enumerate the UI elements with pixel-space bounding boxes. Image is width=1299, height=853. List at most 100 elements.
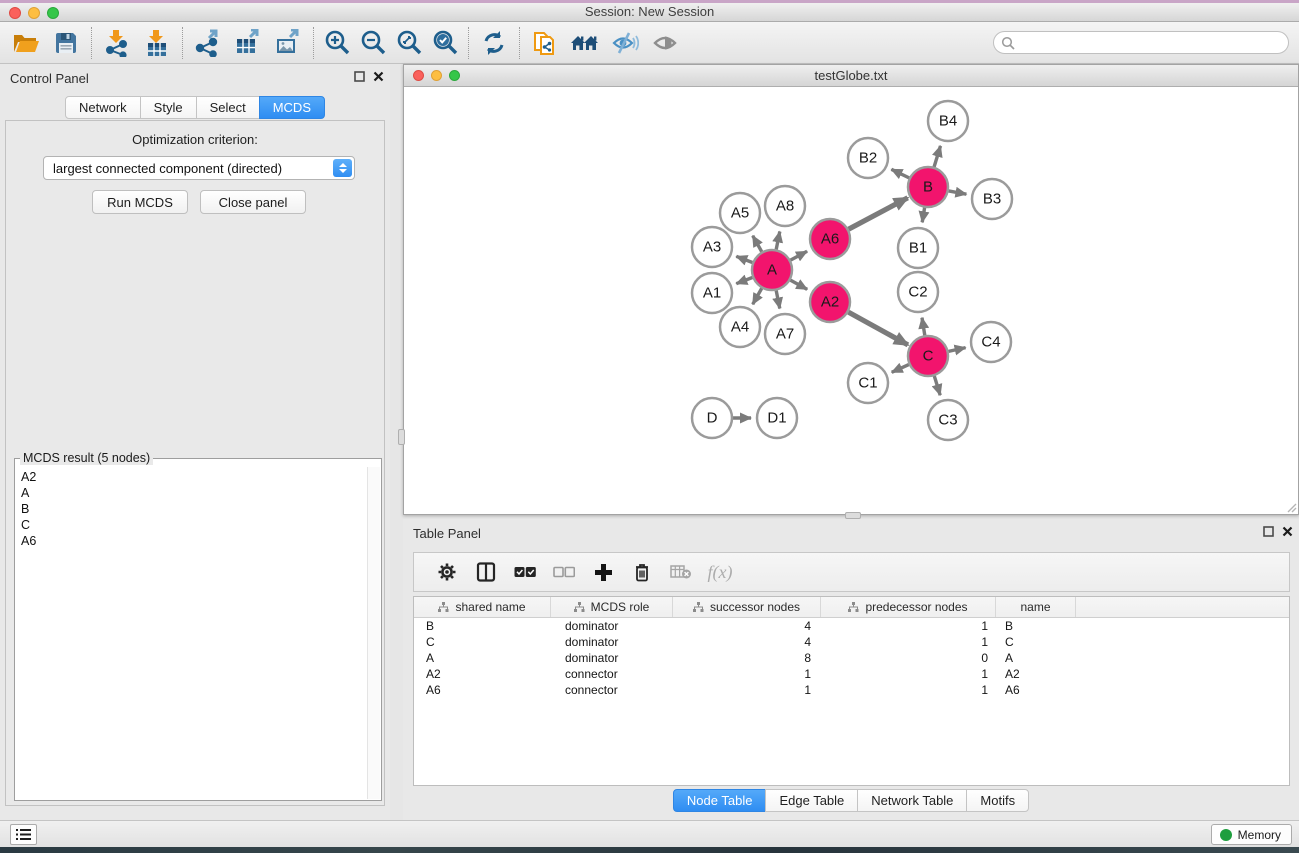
column-header-name[interactable]: name — [996, 597, 1076, 617]
import-table-button[interactable] — [137, 26, 177, 60]
tab-node-table[interactable]: Node Table — [673, 789, 767, 812]
node-A[interactable]: A — [752, 250, 792, 290]
edge-A6-B[interactable] — [849, 198, 908, 229]
export-image-button[interactable] — [268, 26, 308, 60]
minimize-network-button[interactable] — [431, 70, 442, 81]
column-header-shared-name[interactable]: shared name — [414, 597, 551, 617]
close-network-button[interactable] — [413, 70, 424, 81]
float-panel-icon[interactable] — [354, 71, 365, 82]
delete-column-button[interactable] — [627, 557, 657, 587]
network-window-titlebar[interactable]: testGlobe.txt — [404, 65, 1298, 87]
table-settings-button[interactable] — [432, 557, 462, 587]
node-A7[interactable]: A7 — [765, 314, 805, 354]
node-A2[interactable]: A2 — [810, 282, 850, 322]
open-file-button[interactable] — [6, 26, 46, 60]
edge-B-B4[interactable] — [934, 146, 940, 167]
tab-select[interactable]: Select — [196, 96, 260, 119]
bottom-splitter-handle[interactable] — [845, 512, 861, 519]
table-row[interactable]: A6connector11A6 — [414, 682, 1289, 698]
table-row[interactable]: Adominator80A — [414, 650, 1289, 666]
export-network-button[interactable] — [188, 26, 228, 60]
edge-B-B3[interactable] — [949, 191, 967, 194]
close-panel-icon[interactable] — [1282, 526, 1293, 537]
node-D[interactable]: D — [692, 398, 732, 438]
close-panel-button[interactable]: Close panel — [200, 190, 306, 214]
edge-A-A2[interactable] — [790, 280, 807, 289]
delete-table-button[interactable] — [666, 557, 696, 587]
column-header-predecessor-nodes[interactable]: predecessor nodes — [821, 597, 996, 617]
edge-A-A7[interactable] — [776, 291, 780, 309]
edge-A-A5[interactable] — [753, 236, 762, 252]
mcds-result-item[interactable]: A2 — [16, 469, 367, 485]
left-splitter-handle[interactable] — [398, 429, 405, 445]
run-mcds-button[interactable]: Run MCDS — [92, 190, 188, 214]
edge-A-A6[interactable] — [791, 251, 808, 260]
home-button[interactable] — [565, 26, 605, 60]
tab-motifs[interactable]: Motifs — [966, 789, 1029, 812]
edge-C-C2[interactable] — [922, 318, 925, 336]
create-column-button[interactable] — [588, 557, 618, 587]
show-all-button[interactable] — [645, 26, 685, 60]
mcds-result-item[interactable]: A — [16, 485, 367, 501]
zoom-window-button[interactable] — [47, 7, 59, 19]
zoom-fit-button[interactable] — [391, 26, 427, 60]
mcds-result-item[interactable]: B — [16, 501, 367, 517]
node-D1[interactable]: D1 — [757, 398, 797, 438]
edge-C-C4[interactable] — [949, 348, 966, 352]
hide-selected-button[interactable] — [605, 26, 645, 60]
tab-mcds[interactable]: MCDS — [259, 96, 325, 119]
edge-B-B1[interactable] — [922, 208, 924, 223]
mcds-result-item[interactable]: C — [16, 517, 367, 533]
column-header-successor-nodes[interactable]: successor nodes — [673, 597, 821, 617]
table-row[interactable]: A2connector11A2 — [414, 666, 1289, 682]
zoom-in-button[interactable] — [319, 26, 355, 60]
node-A1[interactable]: A1 — [692, 273, 732, 313]
node-A4[interactable]: A4 — [720, 307, 760, 347]
node-C3[interactable]: C3 — [928, 400, 968, 440]
network-canvas[interactable]: AA1A2A3A4A5A6A7A8BB1B2B3B4CC1C2C3C4DD1 — [404, 87, 1298, 514]
edge-A-A3[interactable] — [736, 256, 752, 262]
minimize-window-button[interactable] — [28, 7, 40, 19]
tab-style[interactable]: Style — [140, 96, 197, 119]
show-column-panel-button[interactable] — [471, 557, 501, 587]
node-C[interactable]: C — [908, 336, 948, 376]
select-all-rows-button[interactable] — [510, 557, 540, 587]
zoom-network-button[interactable] — [449, 70, 460, 81]
zoom-selected-button[interactable] — [427, 26, 463, 60]
tab-edge-table[interactable]: Edge Table — [765, 789, 858, 812]
float-panel-icon[interactable] — [1263, 526, 1274, 537]
node-C4[interactable]: C4 — [971, 322, 1011, 362]
apply-function-button[interactable]: f(x) — [705, 557, 735, 587]
edge-A-A4[interactable] — [753, 288, 762, 304]
edge-C-C1[interactable] — [892, 365, 909, 373]
table-row[interactable]: Cdominator41C — [414, 634, 1289, 650]
mcds-list-scrollbar[interactable] — [367, 467, 380, 799]
tab-network-table[interactable]: Network Table — [857, 789, 967, 812]
tab-network[interactable]: Network — [65, 96, 141, 119]
deselect-all-rows-button[interactable] — [549, 557, 579, 587]
mcds-result-item[interactable]: A6 — [16, 533, 367, 549]
edge-C-C3[interactable] — [934, 376, 940, 395]
node-B[interactable]: B — [908, 167, 948, 207]
node-B4[interactable]: B4 — [928, 101, 968, 141]
close-window-button[interactable] — [9, 7, 21, 19]
export-table-button[interactable] — [228, 26, 268, 60]
close-panel-icon[interactable] — [373, 71, 384, 82]
import-network-button[interactable] — [97, 26, 137, 60]
node-B1[interactable]: B1 — [898, 228, 938, 268]
node-B2[interactable]: B2 — [848, 138, 888, 178]
search-field[interactable] — [993, 31, 1289, 54]
node-C2[interactable]: C2 — [898, 272, 938, 312]
edge-A2-C[interactable] — [848, 312, 908, 345]
refresh-button[interactable] — [474, 26, 514, 60]
memory-button[interactable]: Memory — [1211, 824, 1292, 845]
edge-A-A8[interactable] — [776, 232, 780, 250]
node-A6[interactable]: A6 — [810, 219, 850, 259]
table-row[interactable]: Bdominator41B — [414, 618, 1289, 634]
node-B3[interactable]: B3 — [972, 179, 1012, 219]
task-history-button[interactable] — [10, 824, 37, 845]
optimization-criterion-select[interactable]: largest connected component (directed) — [43, 156, 355, 180]
window-resize-grip[interactable] — [1285, 501, 1297, 513]
node-C1[interactable]: C1 — [848, 363, 888, 403]
network-files-button[interactable] — [525, 26, 565, 60]
